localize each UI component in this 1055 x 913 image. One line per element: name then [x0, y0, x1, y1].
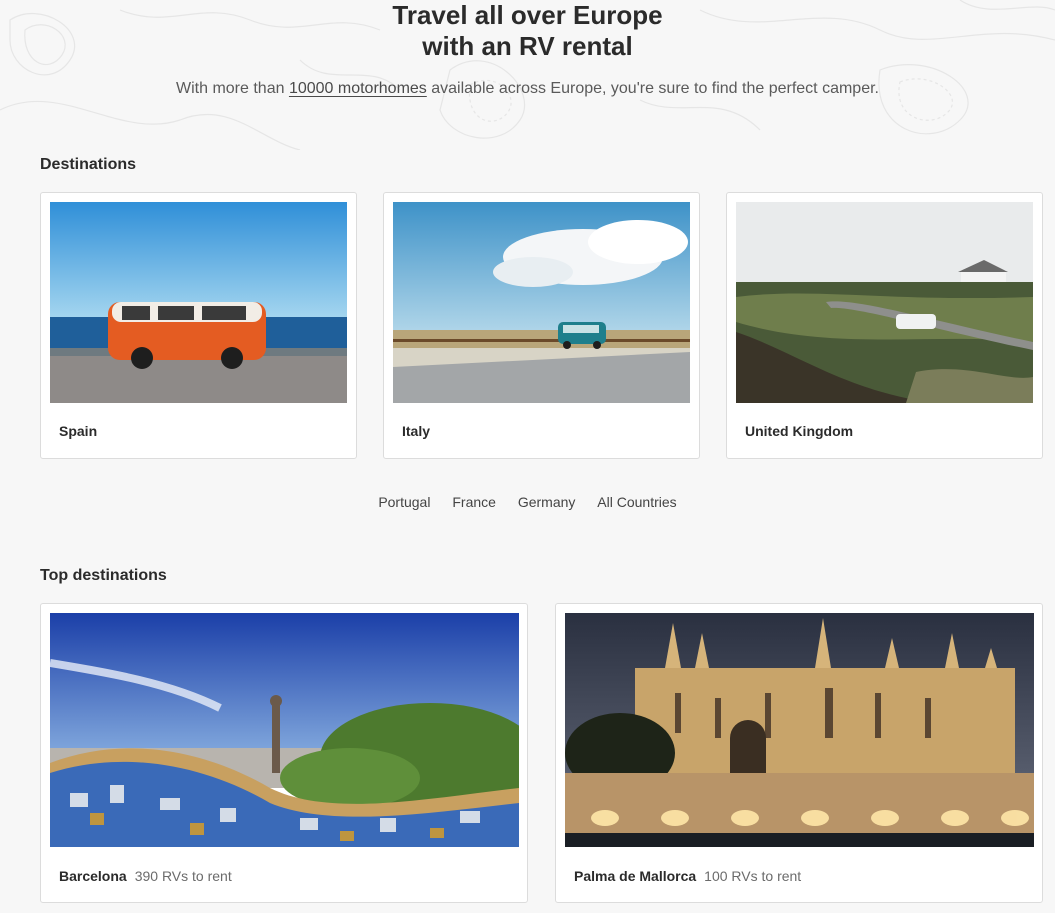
- spain-photo: [50, 202, 347, 403]
- destination-card-italy[interactable]: Italy: [383, 192, 700, 459]
- card-label: Italy: [402, 423, 431, 439]
- destination-card-united-kingdom[interactable]: United Kingdom: [726, 192, 1043, 459]
- card-label: United Kingdom: [745, 423, 854, 439]
- link-all-countries[interactable]: All Countries: [597, 494, 676, 510]
- card-title: Palma de Mallorca: [574, 868, 697, 884]
- link-germany[interactable]: Germany: [518, 494, 576, 510]
- united-kingdom-photo: [736, 202, 1033, 403]
- top-destination-card-barcelona[interactable]: Barcelona 390 RVs to rent: [40, 603, 528, 903]
- card-label: Spain: [59, 423, 98, 439]
- rv-count: 100 RVs to rent: [704, 868, 802, 884]
- top-destinations-heading: Top destinations: [40, 567, 167, 584]
- barcelona-photo: [50, 613, 519, 847]
- destinations-heading: Destinations: [40, 156, 137, 173]
- hero-subtitle: With more than 10000 motorhomes availabl…: [176, 80, 879, 97]
- link-france[interactable]: France: [452, 494, 496, 510]
- link-portugal[interactable]: Portugal: [378, 494, 430, 510]
- top-destination-card-palma-de-mallorca[interactable]: Palma de Mallorca 100 RVs to rent: [555, 603, 1043, 903]
- card-label: Barcelona 390 RVs to rent: [59, 868, 232, 884]
- italy-photo: [393, 202, 690, 403]
- card-title: Barcelona: [59, 868, 127, 884]
- card-label: Palma de Mallorca 100 RVs to rent: [574, 868, 801, 884]
- destination-card-spain[interactable]: Spain: [40, 192, 357, 459]
- palma-de-mallorca-photo: [565, 613, 1034, 847]
- motorhomes-count-link[interactable]: 10000 motorhomes: [289, 80, 427, 97]
- more-countries-links: Portugal France Germany All Countries: [0, 494, 1055, 510]
- rv-count: 390 RVs to rent: [134, 868, 232, 884]
- page-title: Travel all over Europe with an RV rental: [392, 0, 663, 61]
